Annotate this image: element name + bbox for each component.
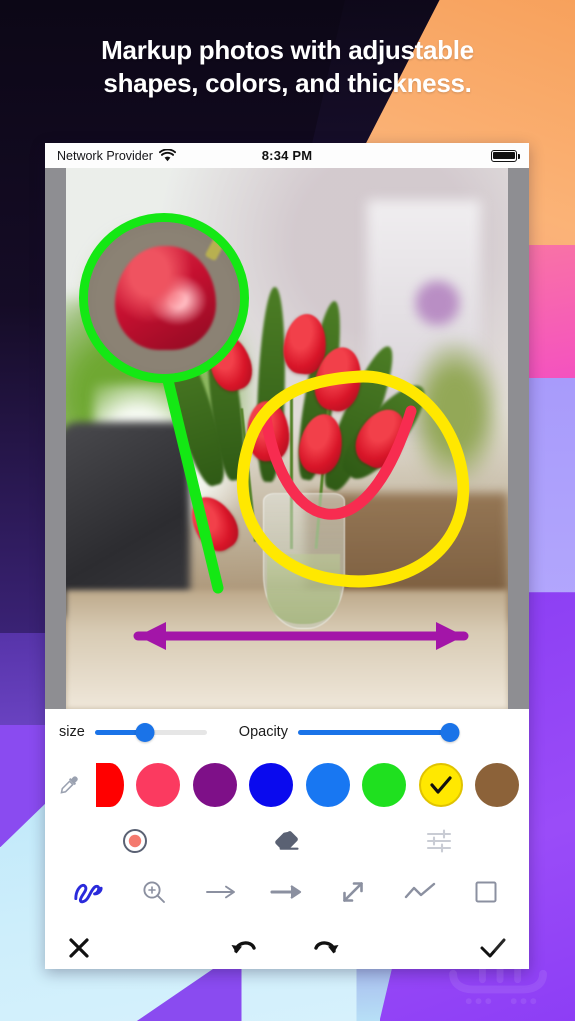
close-icon[interactable] (67, 936, 91, 960)
rectangle-icon[interactable] (453, 879, 519, 905)
adjustments-icon[interactable] (363, 829, 515, 853)
check-icon[interactable] (479, 936, 507, 960)
color-palette (45, 755, 529, 815)
photo-image[interactable] (66, 168, 508, 709)
color-swatch-blue[interactable] (249, 763, 293, 807)
brush-preview-icon[interactable] (59, 827, 211, 855)
status-bar-right (491, 149, 520, 162)
loupe-tulip (115, 246, 216, 350)
color-swatch-pink[interactable] (136, 763, 180, 807)
tool-options-row (45, 815, 529, 867)
undo-icon[interactable] (229, 935, 259, 961)
opacity-slider[interactable] (297, 722, 460, 742)
color-swatch-brown[interactable] (475, 763, 519, 807)
color-swatch-dodgerblue[interactable] (305, 763, 350, 807)
phone-mockup: Network Provider 8:34 PM size Opacity (45, 143, 529, 969)
sliders-row: size Opacity (45, 709, 529, 755)
shape-tools-row (45, 867, 529, 917)
size-label: size (59, 724, 85, 740)
check-icon (429, 776, 452, 794)
status-bar: Network Provider 8:34 PM (45, 143, 529, 168)
battery-full-icon (491, 149, 520, 162)
size-slider[interactable] (94, 722, 207, 742)
arrow-thick-icon[interactable] (254, 882, 320, 902)
green-loupe-handle[interactable] (159, 362, 224, 594)
actions-row (45, 917, 529, 969)
color-swatch-green[interactable] (362, 763, 406, 807)
double-arrow-icon[interactable] (320, 878, 386, 906)
photo-canvas[interactable] (45, 168, 529, 709)
status-bar-left: Network Provider (57, 149, 176, 163)
yellow-lasso-annotation[interactable] (221, 354, 483, 608)
color-swatch-purple[interactable] (192, 763, 237, 807)
markup-toolbar: size Opacity (45, 709, 529, 969)
page-title: Markup photos with adjustable shapes, co… (0, 34, 575, 101)
color-swatch-yellow[interactable] (418, 763, 463, 807)
carrier-label: Network Provider (57, 148, 153, 163)
green-loupe-annotation[interactable] (79, 213, 249, 383)
color-swatch-red[interactable] (95, 763, 124, 807)
screenshot-root: Markup photos with adjustable shapes, co… (0, 0, 575, 1021)
wifi-icon (158, 149, 176, 162)
loupe-magnified-content (88, 222, 240, 374)
freehand-icon[interactable] (55, 879, 121, 905)
loupe-stem (204, 232, 228, 262)
purple-double-arrow-annotation[interactable] (133, 622, 469, 650)
eraser-icon[interactable] (211, 829, 363, 853)
redo-icon[interactable] (311, 935, 341, 961)
headline-line-1: Markup photos with adjustable (101, 35, 474, 65)
eyedropper-icon[interactable] (55, 774, 85, 796)
opacity-label: Opacity (238, 724, 288, 740)
arrow-thin-icon[interactable] (188, 882, 254, 902)
magnifier-icon[interactable] (121, 879, 187, 905)
headline-line-2: shapes, colors, and thickness. (103, 68, 472, 99)
polyline-icon[interactable] (386, 881, 452, 903)
red-arc-annotation[interactable] (259, 405, 417, 520)
